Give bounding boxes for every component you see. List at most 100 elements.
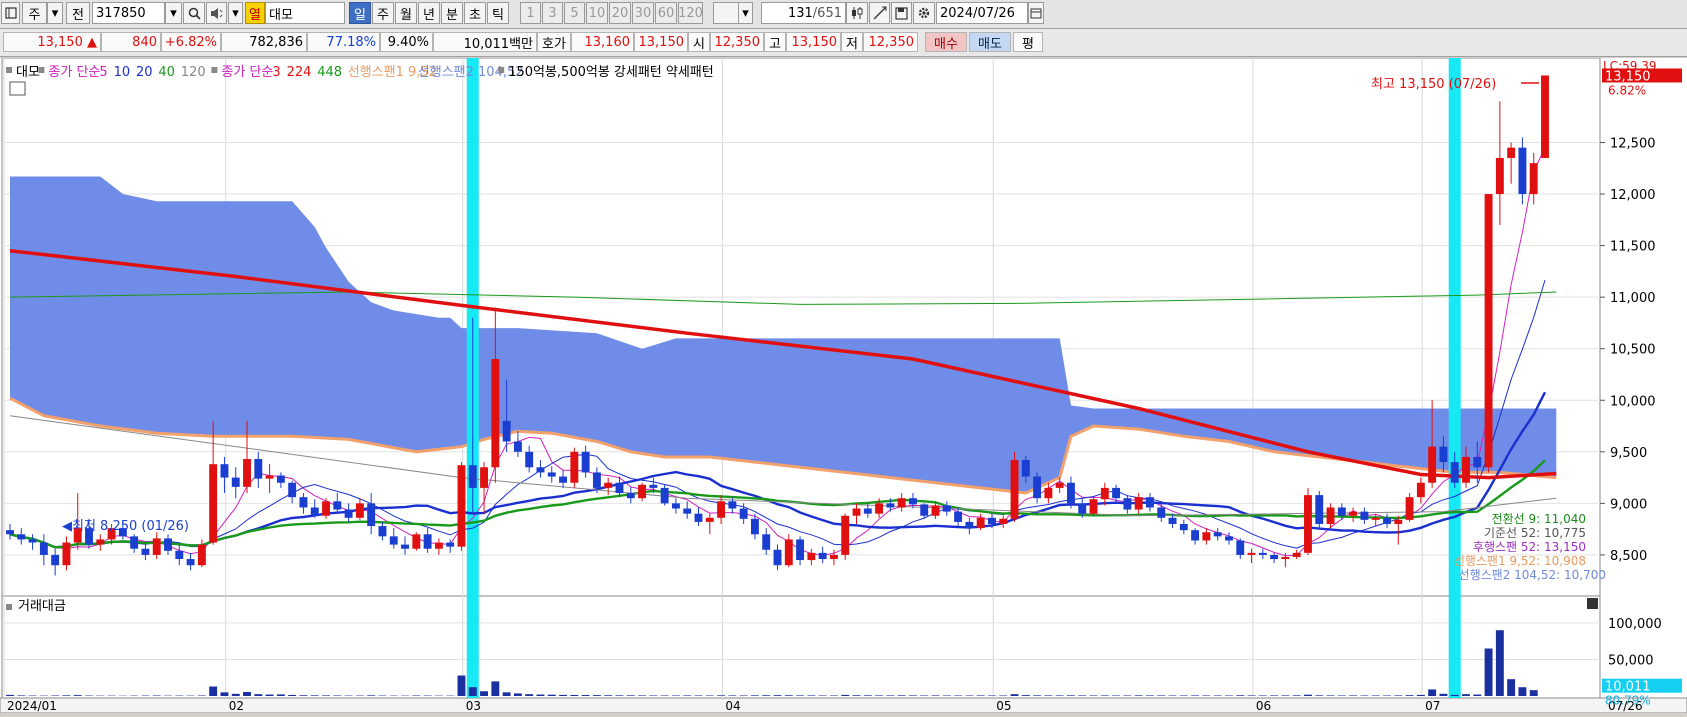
minute-tab-120[interactable]: 120 (678, 2, 703, 24)
candle-body (1439, 447, 1447, 462)
period-tab-5[interactable]: 초 (464, 2, 486, 24)
layout-icon[interactable] (1, 2, 20, 24)
speaker-dropdown-icon[interactable]: ▾ (228, 2, 243, 24)
period-tab-6[interactable]: 틱 (487, 2, 509, 24)
x-tick-label: 05 (996, 699, 1011, 713)
date-input[interactable]: 2024/07/26 (936, 2, 1028, 24)
period-tab-2[interactable]: 월 (395, 2, 417, 24)
sell-button[interactable]: 매도 (969, 32, 1011, 52)
mode2-button[interactable]: 전 (66, 2, 90, 24)
low-label: 저 (841, 32, 863, 52)
minute-tab-30[interactable]: 30 (632, 2, 654, 24)
mode-dropdown-icon[interactable]: ▾ (47, 2, 63, 24)
volume-bar (638, 695, 646, 696)
minute-tab-1[interactable]: 1 (520, 2, 541, 24)
candle-body (1417, 483, 1425, 497)
mode2-label: 전 (72, 4, 84, 23)
last-percent-label: 6.82% (1608, 83, 1646, 97)
candle-body (379, 526, 387, 536)
candle-body (864, 509, 872, 514)
stock-chart[interactable]: 2024/0102030405060707/268,5009,0009,5001… (0, 58, 1687, 713)
candle-body (1225, 536, 1233, 540)
drawing-tool-icon[interactable] (869, 2, 890, 24)
average-button[interactable]: 평 (1013, 32, 1043, 52)
save-icon[interactable] (891, 2, 912, 24)
color-mark-badge: 열 (245, 2, 265, 24)
volume-bar (1157, 695, 1165, 696)
count-field[interactable]: 131/651 (761, 2, 846, 24)
volume-bar (830, 695, 838, 696)
buy-button[interactable]: 매수 (925, 32, 967, 52)
up-arrow-icon: ▲ (87, 35, 97, 50)
candlestick-chart-svg[interactable]: 2024/0102030405060707/268,5009,0009,5001… (0, 58, 1687, 713)
volume-bar (480, 691, 488, 696)
candle-body (740, 509, 748, 519)
candle-body (593, 472, 601, 487)
volume-bar (593, 695, 601, 696)
volume-bar (491, 681, 499, 696)
period-tab-4[interactable]: 분 (441, 2, 463, 24)
volume-bar (1473, 695, 1481, 696)
volume-bar (503, 692, 511, 696)
volume-bar (1067, 695, 1075, 696)
candle-body (774, 550, 782, 565)
minute-tab-3[interactable]: 3 (542, 2, 563, 24)
volume-bar (909, 695, 917, 696)
candle-body (582, 452, 590, 473)
volume-bar (1281, 695, 1289, 696)
mode-selector[interactable]: 주 (22, 2, 47, 24)
volume-bar (537, 695, 545, 696)
candle-body (1473, 457, 1481, 467)
volume-bar (1417, 695, 1425, 696)
current-price: 13,150 ▲ (3, 32, 101, 52)
period-tab-3[interactable]: 년 (418, 2, 440, 24)
candle-body (616, 483, 624, 493)
last-price-label: 13,150 (1605, 69, 1651, 84)
name-input[interactable]: 대모 (265, 2, 345, 24)
candle-body (841, 516, 849, 555)
code-dropdown-icon[interactable]: ▾ (165, 2, 182, 24)
search-icon[interactable] (183, 2, 205, 24)
candle-body (29, 539, 37, 542)
volume-bar (1022, 695, 1030, 696)
minute-tab-20[interactable]: 20 (609, 2, 631, 24)
candle-body (706, 518, 714, 522)
period-tab-1[interactable]: 주 (372, 2, 394, 24)
minute-dropdown-icon[interactable]: ▾ (738, 2, 753, 24)
candle-body (1248, 553, 1256, 555)
volume-bar (954, 695, 962, 696)
volume-bar (740, 695, 748, 696)
candle-body (977, 518, 985, 528)
period-tab-0[interactable]: 일 (349, 2, 371, 24)
candle-body (1507, 148, 1515, 158)
volume-bar (1078, 695, 1086, 696)
speaker-icon[interactable] (206, 2, 227, 24)
candle-body (300, 497, 308, 507)
candle-body (661, 488, 669, 503)
volume-bar (300, 695, 308, 696)
candle-body (1067, 483, 1075, 504)
candle-body (965, 522, 973, 528)
candle-body (40, 543, 48, 555)
candle-body (717, 501, 725, 517)
candle-body (1090, 499, 1098, 513)
volume-bar (1439, 694, 1447, 696)
minute-tab-5[interactable]: 5 (564, 2, 585, 24)
minute-tab-60[interactable]: 60 (655, 2, 677, 24)
volume-panel (2, 596, 1600, 698)
candle-body (525, 452, 533, 467)
volume-bar (1056, 695, 1064, 696)
volume-bar (943, 695, 951, 696)
ask-price: 13,160 (571, 32, 634, 52)
volume-tick-label: 50,000 (1608, 653, 1654, 668)
code-input[interactable]: 317850 (92, 2, 165, 24)
candle-body (412, 534, 420, 548)
grid-toggle-icon (10, 82, 25, 95)
gear-icon[interactable] (913, 2, 935, 24)
candle-type-icon[interactable] (846, 2, 868, 24)
volume-bar (627, 695, 635, 696)
minute-tab-10[interactable]: 10 (586, 2, 608, 24)
candle-body (1078, 503, 1086, 513)
calendar-icon[interactable] (1028, 2, 1044, 24)
volume-bar (1451, 695, 1459, 696)
